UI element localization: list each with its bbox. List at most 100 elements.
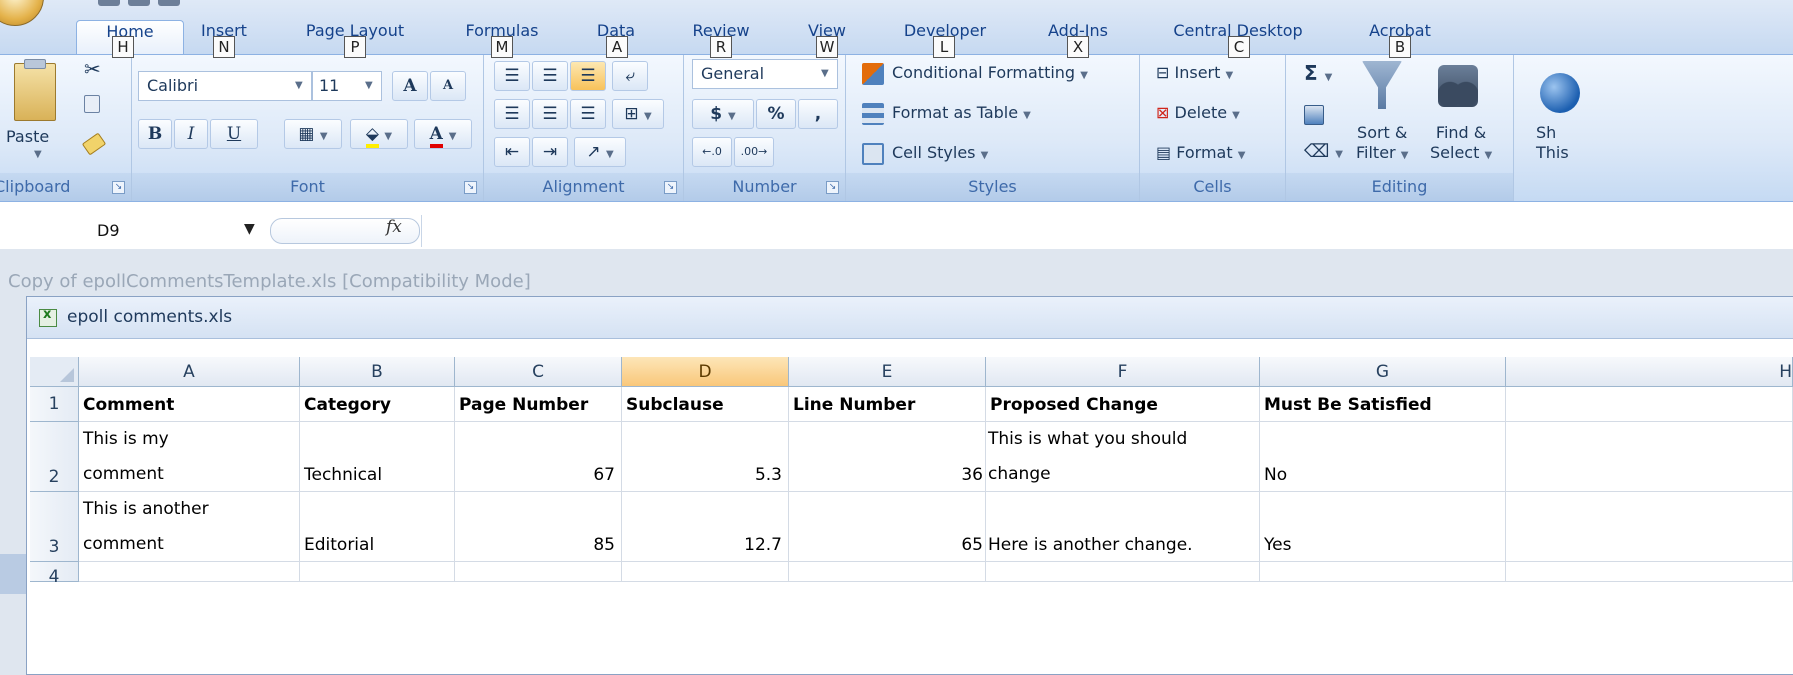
percent-button[interactable]: % [756, 99, 796, 129]
cell-g4[interactable] [1260, 562, 1506, 582]
cell-c2[interactable]: 67 [455, 422, 622, 492]
column-header-g[interactable]: G [1260, 357, 1506, 387]
row-header-1[interactable]: 1 [30, 387, 79, 422]
cell-d4[interactable] [622, 562, 789, 582]
cell-h4[interactable] [1506, 562, 1793, 582]
sort-filter-button[interactable]: Sort & Filter ▼ [1356, 123, 1408, 166]
cell-a1[interactable]: Comment [79, 387, 300, 422]
column-header-b[interactable]: B [300, 357, 455, 387]
font-size-box[interactable]: 11 ▼ [312, 71, 382, 101]
cell-c1[interactable]: Page Number [455, 387, 622, 422]
cell-f1[interactable]: Proposed Change [986, 387, 1260, 422]
number-format-box[interactable]: General ▼ [692, 59, 838, 89]
row-header-2[interactable]: 2 [30, 422, 79, 492]
underline-button[interactable]: U [210, 119, 258, 149]
align-left-button[interactable]: ☰ [494, 99, 530, 129]
cell-d1[interactable]: Subclause [622, 387, 789, 422]
cell-d2[interactable]: 5.3 [622, 422, 789, 492]
chevron-down-icon[interactable]: ▼ [821, 68, 829, 79]
cell-b1[interactable]: Category [300, 387, 455, 422]
alignment-launcher-icon[interactable]: ↘ [664, 181, 677, 194]
cell-f2[interactable]: This is what you should change [986, 422, 1260, 492]
cell-h3[interactable] [1506, 492, 1793, 562]
select-all-button[interactable] [30, 357, 79, 387]
cell-g2[interactable]: No [1260, 422, 1506, 492]
column-header-c[interactable]: C [455, 357, 622, 387]
italic-button[interactable]: I [174, 119, 208, 149]
align-top-button[interactable]: ☰ [494, 61, 530, 91]
font-color-button[interactable]: A ▼ [414, 119, 472, 149]
cell-b3[interactable]: Editorial [300, 492, 455, 562]
cell-a3[interactable]: This is another comment [79, 492, 300, 562]
formula-input[interactable] [421, 215, 1793, 247]
grow-font-button[interactable]: A [392, 71, 428, 101]
align-center-button[interactable]: ☰ [532, 99, 568, 129]
cell-b2[interactable]: Technical [300, 422, 455, 492]
increase-decimal-button[interactable]: ←.0 [692, 137, 732, 167]
column-header-a[interactable]: A [79, 357, 300, 387]
align-right-button[interactable]: ☰ [570, 99, 606, 129]
font-launcher-icon[interactable]: ↘ [464, 181, 477, 194]
column-header-h[interactable]: H [1506, 357, 1793, 387]
cell-e1[interactable]: Line Number [789, 387, 986, 422]
cell-g1[interactable]: Must Be Satisfied [1260, 387, 1506, 422]
cell-e4[interactable] [789, 562, 986, 582]
borders-button[interactable]: ▦ ▼ [284, 119, 342, 149]
quick-access-item[interactable] [98, 0, 120, 6]
cell-b4[interactable] [300, 562, 455, 582]
cut-icon[interactable]: ✂ [84, 57, 101, 81]
format-painter-icon[interactable] [81, 132, 107, 156]
office-button[interactable] [0, 0, 44, 26]
currency-button[interactable]: $ ▼ [692, 99, 754, 129]
cell-f4[interactable] [986, 562, 1260, 582]
paste-icon[interactable] [14, 63, 56, 121]
chevron-down-icon[interactable]: ▼ [295, 80, 303, 91]
font-name-box[interactable]: Calibri ▼ [138, 71, 312, 101]
paste-button[interactable]: Paste [6, 127, 49, 146]
align-middle-button[interactable]: ☰ [532, 61, 568, 91]
copy-icon[interactable] [84, 95, 100, 113]
fill-icon[interactable] [1304, 105, 1324, 125]
cell-c3[interactable]: 85 [455, 492, 622, 562]
conditional-formatting-button[interactable]: Conditional Formatting ▼ [892, 63, 1088, 82]
column-header-d[interactable]: D [622, 357, 789, 387]
name-box[interactable]: D9 [0, 215, 268, 247]
bold-button[interactable]: B [138, 119, 172, 149]
share-button[interactable]: Sh This [1536, 123, 1569, 163]
share-globe-icon[interactable] [1540, 73, 1580, 113]
increase-indent-button[interactable]: ⇥ [532, 137, 568, 167]
wrap-text-button[interactable]: ⤶ [612, 61, 648, 91]
clear-button[interactable]: ⌫ ▼ [1304, 141, 1343, 162]
delete-cells-button[interactable]: ⊠ Delete ▼ [1156, 103, 1240, 122]
format-cells-button[interactable]: ▤ Format ▼ [1156, 143, 1245, 162]
decrease-indent-button[interactable]: ⇤ [494, 137, 530, 167]
cell-e2[interactable]: 36 [789, 422, 986, 492]
column-header-e[interactable]: E [789, 357, 986, 387]
cell-f3[interactable]: Here is another change. [986, 492, 1260, 562]
cell-a4[interactable] [79, 562, 300, 582]
cell-styles-button[interactable]: Cell Styles ▼ [892, 143, 988, 162]
decrease-decimal-button[interactable]: .00→ [734, 137, 774, 167]
cell-h2[interactable] [1506, 422, 1793, 492]
insert-function-icon[interactable]: fx [386, 217, 402, 237]
workbook-window-titlebar[interactable]: epoll comments.xls [27, 297, 1793, 339]
merge-center-button[interactable]: ⊞ ▼ [612, 99, 664, 129]
quick-access-item[interactable] [158, 0, 180, 6]
insert-cells-button[interactable]: ⊟ Insert ▼ [1156, 63, 1233, 82]
cell-e3[interactable]: 65 [789, 492, 986, 562]
find-select-button[interactable]: Find & Select ▼ [1430, 123, 1492, 166]
align-bottom-button[interactable]: ☰ [570, 61, 606, 91]
format-as-table-button[interactable]: Format as Table ▼ [892, 103, 1031, 122]
row-header-3[interactable]: 3 [30, 492, 79, 562]
row-header-4[interactable]: 4 [30, 562, 79, 587]
chevron-down-icon[interactable]: ▼ [365, 80, 373, 91]
number-launcher-icon[interactable]: ↘ [826, 181, 839, 194]
cell-g3[interactable]: Yes [1260, 492, 1506, 562]
cell-c4[interactable] [455, 562, 622, 582]
cell-h1[interactable] [1506, 387, 1793, 422]
name-box-dropdown-icon[interactable]: ▼ [244, 221, 255, 237]
column-header-f[interactable]: F [986, 357, 1260, 387]
clipboard-launcher-icon[interactable]: ↘ [112, 181, 125, 194]
quick-access-item[interactable] [128, 0, 150, 6]
comma-button[interactable]: , [798, 99, 838, 129]
